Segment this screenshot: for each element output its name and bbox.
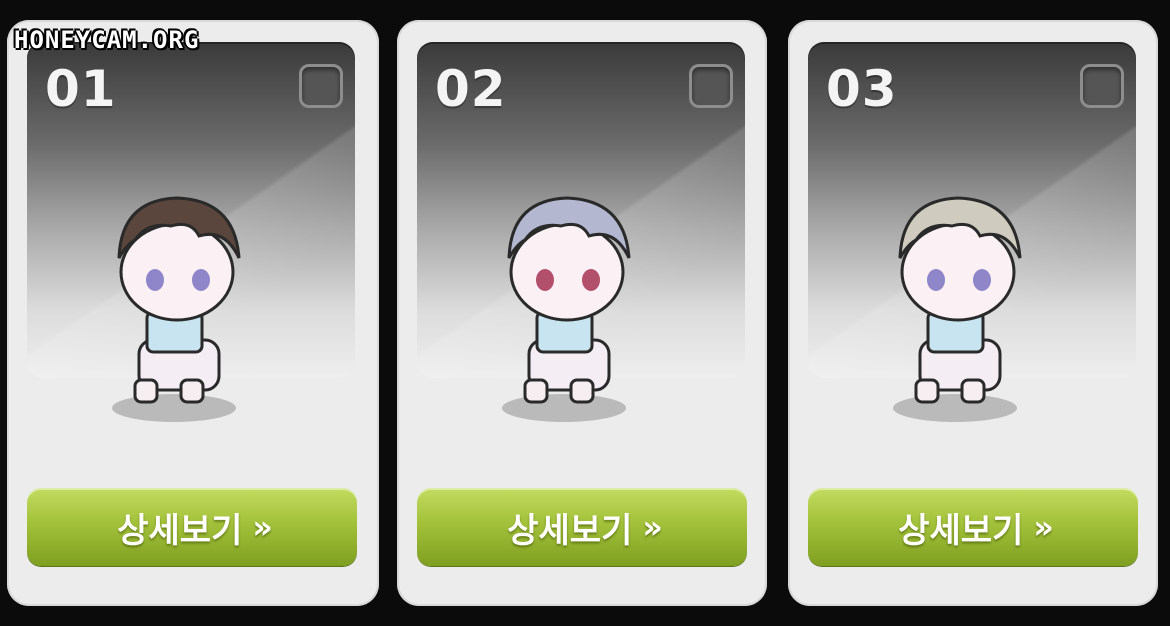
double-chevron-right-icon: ›› — [642, 508, 663, 546]
detail-view-label: 상세보기 — [898, 510, 1024, 551]
detail-view-button[interactable]: 상세보기 ›› — [417, 488, 747, 566]
hair-option-card-3[interactable]: 03 상세보기 ›› — [788, 20, 1158, 606]
character-avatar — [112, 196, 241, 422]
option-number: 02 — [435, 60, 507, 118]
detail-view-button[interactable]: 상세보기 ›› — [27, 488, 357, 566]
select-checkbox[interactable] — [689, 64, 733, 108]
hair-option-card-1[interactable]: 01 상세보기 ›› — [7, 20, 379, 606]
select-checkbox[interactable] — [1080, 64, 1124, 108]
double-chevron-right-icon: ›› — [1033, 508, 1054, 546]
select-checkbox[interactable] — [299, 64, 343, 108]
double-chevron-right-icon: ›› — [252, 508, 273, 546]
watermark: HONEYCAM.ORG — [14, 26, 200, 54]
detail-view-button[interactable]: 상세보기 ›› — [808, 488, 1138, 566]
character-avatar — [893, 196, 1022, 422]
detail-view-label: 상세보기 — [507, 510, 633, 551]
hair-option-card-2[interactable]: 02 상세보기 ›› — [397, 20, 767, 606]
option-number: 01 — [45, 60, 117, 118]
character-avatar — [502, 196, 631, 422]
option-number: 03 — [826, 60, 898, 118]
detail-view-label: 상세보기 — [117, 510, 243, 551]
